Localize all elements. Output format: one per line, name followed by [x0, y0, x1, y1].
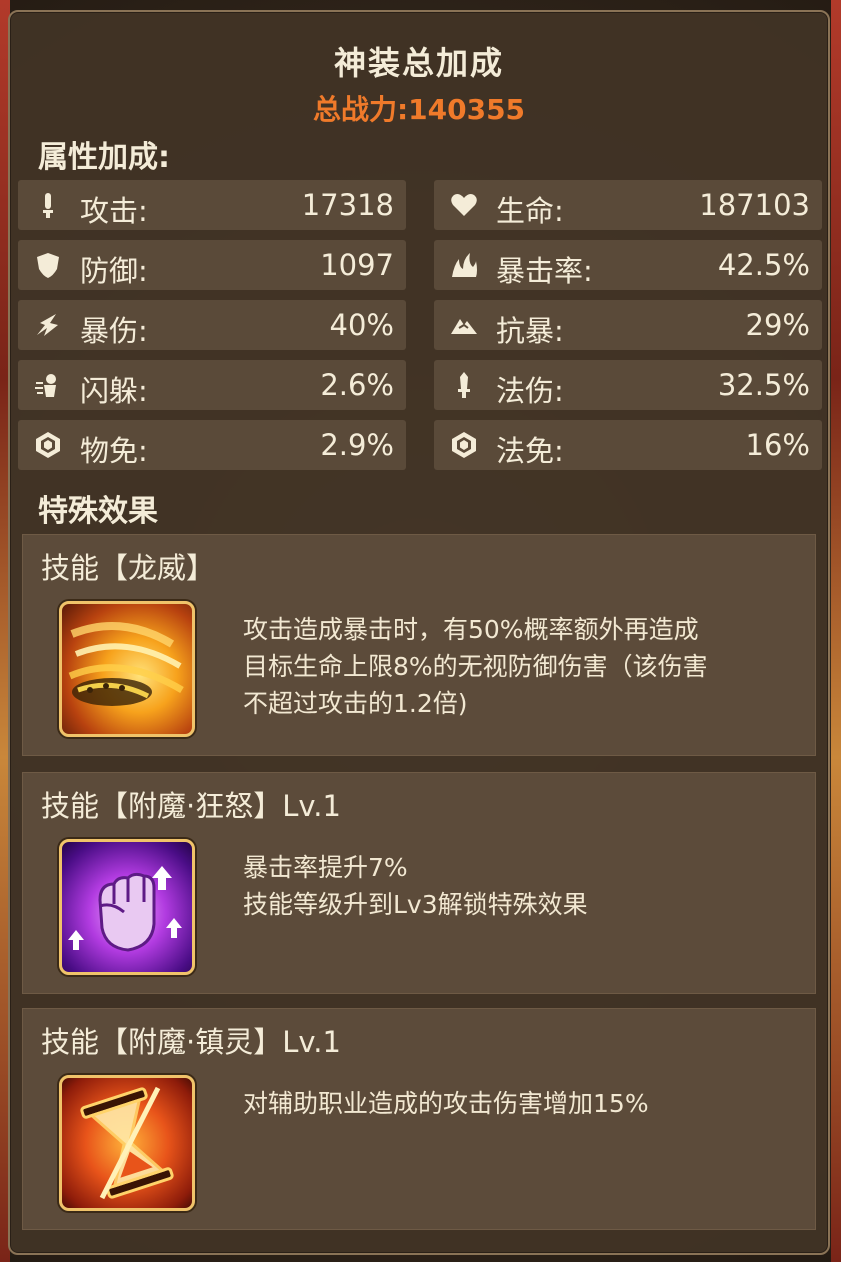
skill-title: 技能【附魔·狂怒】Lv.1 — [41, 789, 341, 823]
hexagon-icon — [34, 431, 62, 459]
total-power: 总战力:140355 — [10, 88, 828, 128]
stat-row-physical-immunity: 物免: 2.9% — [18, 420, 406, 470]
skill-description: 对辅助职业造成的攻击伤害增加15% — [243, 1085, 649, 1122]
stat-row-attack: 攻击: 17318 — [18, 180, 406, 230]
stat-name: 物免: — [80, 434, 148, 468]
skill-description: 攻击造成暴击时，有50%概率额外再造成 目标生命上限8%的无视防御伤害（该伤害 … — [243, 611, 708, 722]
description-line: 攻击造成暴击时，有50%概率额外再造成 — [243, 615, 699, 644]
skill-title: 技能【附魔·镇灵】Lv.1 — [41, 1025, 341, 1059]
burst-icon — [34, 311, 62, 339]
stat-name: 攻击: — [80, 194, 148, 228]
fist-icon — [59, 839, 195, 975]
stat-row-magic-damage: 法伤: 32.5% — [434, 360, 822, 410]
stat-row-dodge: 闪躲: 2.6% — [18, 360, 406, 410]
stat-name: 闪躲: — [80, 374, 148, 408]
skill-card-dragon-might: 技能【龙威】 攻击造成暴击时，有50%概率额外再造成 目标生命上限8%的无视防御… — [22, 534, 816, 756]
stat-row-crit-resist: 抗暴: 29% — [434, 300, 822, 350]
heart-icon — [450, 191, 478, 219]
skill-card-enchant-suppress: 技能【附魔·镇灵】Lv.1 对辅助职业造成的攻击伤害增加15% — [22, 1008, 816, 1230]
total-power-value: 140355 — [408, 93, 526, 126]
description-line: 暴击率提升7% — [243, 853, 408, 882]
stat-name: 暴伤: — [80, 314, 148, 348]
stat-value: 40% — [329, 308, 394, 342]
stat-value: 2.9% — [320, 428, 394, 462]
stat-value: 2.6% — [320, 368, 394, 402]
shield-icon — [34, 251, 62, 279]
stat-name: 法免: — [496, 434, 564, 468]
background-frame-right — [831, 0, 841, 1262]
description-line: 目标生命上限8%的无视防御伤害（该伤害 — [243, 652, 708, 681]
dragon-claw-icon — [59, 601, 195, 737]
stat-value: 42.5% — [717, 248, 810, 282]
stat-value: 17318 — [301, 188, 394, 222]
stat-row-crit-damage: 暴伤: 40% — [18, 300, 406, 350]
total-power-label: 总战力: — [312, 93, 409, 126]
skill-card-enchant-rage: 技能【附魔·狂怒】Lv.1 暴击率提升7% 技能等级升到Lv3解锁特殊效果 — [22, 772, 816, 994]
stat-row-defense: 防御: 1097 — [18, 240, 406, 290]
hourglass-icon — [59, 1075, 195, 1211]
mountain-icon — [450, 311, 478, 339]
attributes-section-label: 属性加成: — [38, 140, 170, 175]
stat-row-crit-rate: 暴击率: 42.5% — [434, 240, 822, 290]
stat-name: 抗暴: — [496, 314, 564, 348]
bonus-panel: 神装总加成 总战力:140355 属性加成: 攻击: 17318 防御: 109… — [8, 10, 830, 1255]
description-line: 技能等级升到Lv3解锁特殊效果 — [243, 890, 588, 919]
sword-icon — [34, 191, 62, 219]
panel-title: 神装总加成 — [333, 44, 504, 82]
stat-value: 29% — [745, 308, 810, 342]
stat-row-magic-immunity: 法免: 16% — [434, 420, 822, 470]
effects-section-label: 特殊效果 — [38, 494, 158, 529]
stat-value: 16% — [745, 428, 810, 462]
flame-icon — [450, 251, 478, 279]
dagger-icon — [450, 371, 478, 399]
stat-name: 暴击率: — [496, 254, 593, 288]
stat-name: 法伤: — [496, 374, 564, 408]
description-line: 不超过攻击的1.2倍) — [243, 689, 468, 718]
stat-value: 187103 — [699, 188, 810, 222]
stat-name: 生命: — [496, 194, 564, 228]
hexagon-icon — [450, 431, 478, 459]
stat-value: 1097 — [320, 248, 394, 282]
dodge-icon — [34, 371, 62, 399]
stat-name: 防御: — [80, 254, 148, 288]
skill-description: 暴击率提升7% 技能等级升到Lv3解锁特殊效果 — [243, 849, 588, 923]
description-line: 对辅助职业造成的攻击伤害增加15% — [243, 1089, 649, 1118]
stat-row-health: 生命: 187103 — [434, 180, 822, 230]
stat-value: 32.5% — [717, 368, 810, 402]
skill-title: 技能【龙威】 — [41, 551, 216, 585]
